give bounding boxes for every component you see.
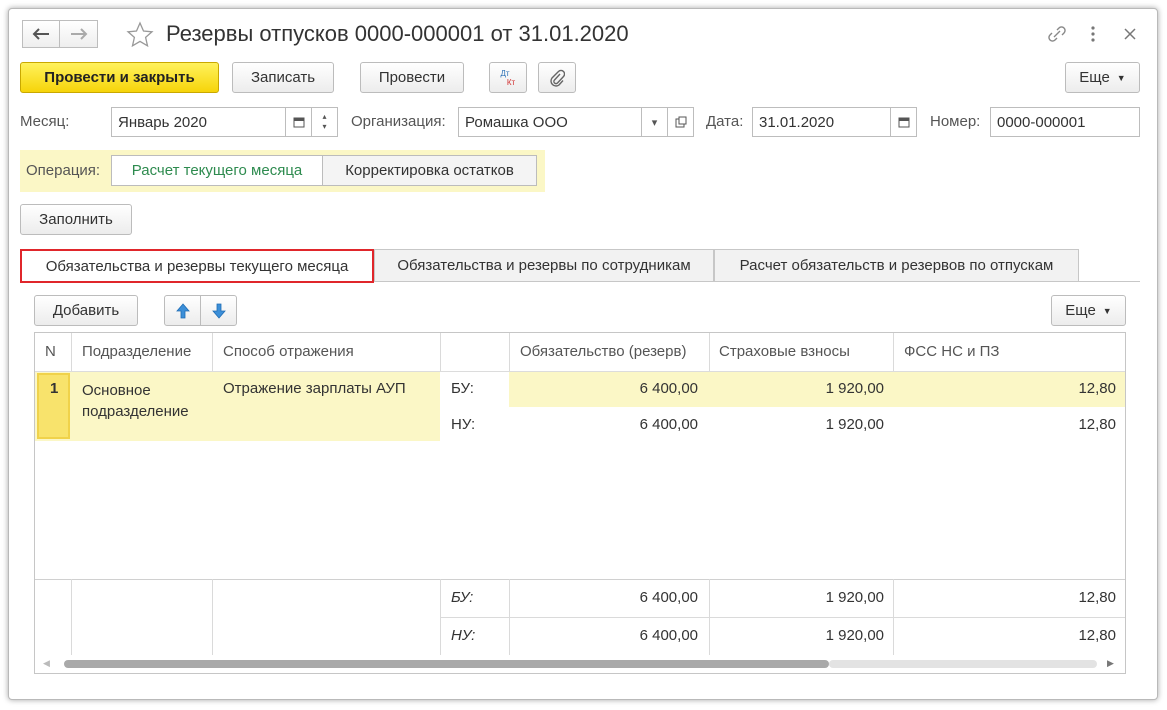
operation-option-balance-correction[interactable]: Корректировка остатков [322,155,537,186]
footer-nu-insurance: 1 920,00 [825,627,884,644]
date-calendar-button[interactable] [890,107,917,137]
row-nu-fss: 12,80 [1078,416,1116,433]
more-vertical-icon[interactable] [1090,25,1096,47]
row-bu-fss: 12,80 [1078,380,1116,397]
post-button[interactable]: Провести [360,62,464,93]
star-icon[interactable] [126,21,154,51]
page-title: Резервы отпусков 0000-000001 от 31.01.20… [166,21,629,46]
number-field[interactable]: 0000-000001 [990,107,1140,137]
tab-current-month[interactable]: Обязательства и резервы текущего месяца [20,249,374,283]
organization-field[interactable]: Ромашка ООО [458,107,642,137]
scrollbar-track [829,660,1097,668]
reserves-table[interactable]: N Подразделение Способ отражения Обязате… [34,332,1126,674]
fill-button[interactable]: Заполнить [20,204,132,235]
paperclip-icon [550,69,565,87]
footer-bu-fss: 12,80 [1078,589,1116,606]
arrow-right-icon [70,28,87,40]
save-button[interactable]: Записать [232,62,334,93]
organization-open-button[interactable] [667,107,694,137]
footer-bu-liability: 6 400,00 [639,589,698,606]
post-and-close-button[interactable]: Провести и закрыть [20,62,219,93]
row-department: Основное подразделение [82,382,189,420]
scrollbar-thumb[interactable] [64,660,829,668]
more-button[interactable]: Еще ▼ [1065,62,1140,93]
back-button[interactable] [22,20,60,48]
col-header-liability[interactable]: Обязательство (резерв) [520,343,686,360]
row-nu-liability: 6 400,00 [639,416,698,433]
date-label: Дата: [706,113,744,130]
row-nu-insurance: 1 920,00 [825,416,884,433]
calendar-button[interactable] [285,107,312,137]
chevron-down-icon: ▾ [651,116,658,129]
organization-dropdown-button[interactable]: ▾ [641,107,668,137]
footer-nu-fss: 12,80 [1078,627,1116,644]
row-number: 1 [50,380,59,397]
col-header-method[interactable]: Способ отражения [223,343,354,360]
calendar-icon [898,117,909,128]
tab-vacation-calc[interactable]: Расчет обязательств и резервов по отпуск… [714,249,1079,282]
month-label: Месяц: [20,113,70,130]
col-header-n[interactable]: N [45,343,56,360]
dtkt-report-button[interactable]: Дт Кт [489,62,527,93]
chevron-down-icon: ▼ [1116,72,1126,83]
footer-nu-liability: 6 400,00 [639,627,698,644]
footer-bu-label: БУ: [451,589,474,606]
scroll-left-icon[interactable]: ◀ [43,658,50,669]
kt-label: Кт [506,77,516,87]
operation-option-current-month[interactable]: Расчет текущего месяца [111,155,323,186]
add-button[interactable]: Добавить [34,295,138,326]
horizontal-scrollbar[interactable]: ◀ ▶ [35,655,1125,673]
attach-button[interactable] [538,62,576,93]
chevron-down-icon: ▼ [1102,305,1112,316]
col-header-insurance[interactable]: Страховые взносы [719,343,850,360]
more-label: Еще [1079,69,1110,86]
arrow-up-icon [175,302,190,318]
table-more-button[interactable]: Еще ▼ [1051,295,1126,326]
stepper-down-icon[interactable]: ▾ [322,122,326,132]
move-up-button[interactable] [164,295,201,326]
close-icon[interactable] [1124,27,1136,44]
move-down-button[interactable] [200,295,237,326]
footer-bu-insurance: 1 920,00 [825,589,884,606]
link-icon[interactable] [1046,24,1068,48]
tab-by-employees[interactable]: Обязательства и резервы по сотрудникам [374,249,714,282]
forward-button[interactable] [60,20,98,48]
operation-label: Операция: [26,162,101,179]
arrow-left-icon [32,28,49,40]
month-stepper[interactable]: ▴ ▾ [311,107,338,137]
calendar-icon [293,117,304,128]
row-bu-liability: 6 400,00 [639,380,698,397]
row-method: Отражение зарплаты АУП [223,380,406,397]
organization-label: Организация: [351,113,446,130]
scroll-right-icon[interactable]: ▶ [1107,658,1114,669]
month-field[interactable]: Январь 2020 [111,107,286,137]
table-more-label: Еще [1065,302,1096,319]
row-nu-label: НУ: [451,416,476,433]
dt-label: Дт [500,68,510,78]
col-header-fss[interactable]: ФСС НС и ПЗ [904,343,999,360]
arrow-down-icon [211,303,226,319]
number-label: Номер: [930,113,981,130]
row-bu-insurance: 1 920,00 [825,380,884,397]
row-bu-label: БУ: [451,380,474,397]
col-header-department[interactable]: Подразделение [82,343,191,360]
stepper-up-icon[interactable]: ▴ [322,112,326,122]
date-field[interactable]: 31.01.2020 [752,107,892,137]
footer-nu-label: НУ: [451,627,476,644]
open-form-icon [675,116,686,128]
